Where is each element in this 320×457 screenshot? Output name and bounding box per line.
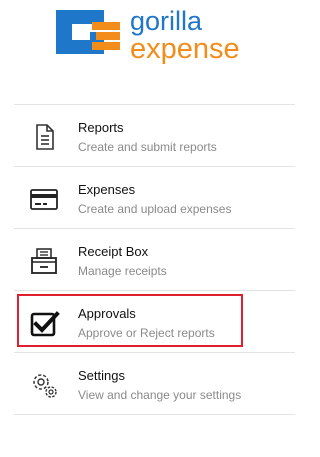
approvals-highlight-box — [17, 294, 243, 347]
logo-word-top: gorilla — [130, 6, 203, 36]
main-menu: Reports Create and submit reports Expens… — [14, 104, 295, 415]
receipt-box-icon — [31, 248, 57, 274]
menu-item-title: Expenses — [78, 182, 136, 197]
menu-item-title: Settings — [78, 368, 125, 383]
credit-card-icon — [30, 189, 58, 210]
menu-item-title: Reports — [78, 120, 124, 135]
menu-item-reports[interactable]: Reports Create and submit reports — [14, 105, 295, 167]
document-icon — [36, 124, 54, 150]
gorilla-expense-logo: gorilla expense — [48, 2, 260, 65]
menu-item-subtitle: Create and submit reports — [78, 140, 217, 154]
gear-icon — [33, 374, 57, 398]
menu-item-receipt-box[interactable]: Receipt Box Manage receipts — [14, 229, 295, 291]
menu-item-subtitle: Manage receipts — [78, 264, 167, 278]
menu-item-expenses[interactable]: Expenses Create and upload expenses — [14, 167, 295, 229]
menu-item-settings[interactable]: Settings View and change your settings — [14, 353, 295, 415]
menu-item-subtitle: View and change your settings — [78, 388, 242, 402]
logo-mark-icon: gorilla expense — [56, 6, 240, 65]
logo-word-bottom: expense — [130, 33, 240, 64]
menu-item-title: Receipt Box — [78, 244, 149, 259]
menu-item-subtitle: Create and upload expenses — [78, 202, 232, 216]
